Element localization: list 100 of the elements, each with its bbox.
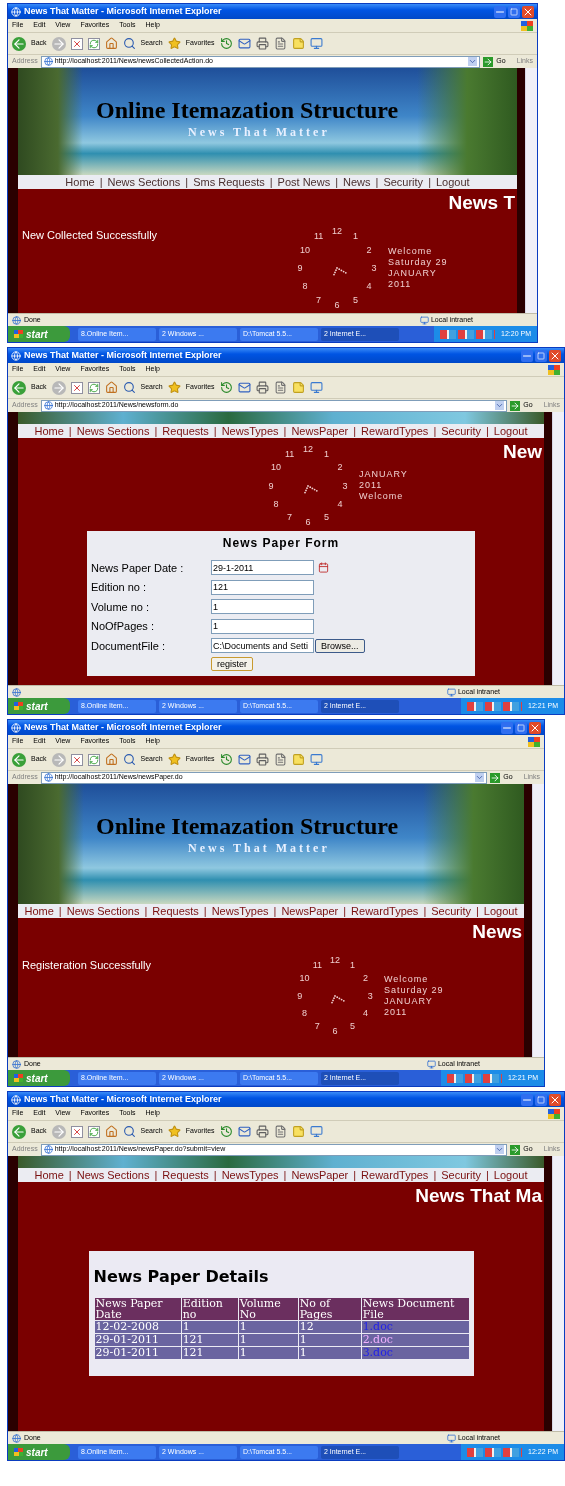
nav-link[interactable]: Requests — [162, 425, 209, 437]
input-field[interactable]: 1 — [211, 599, 314, 615]
nav-link[interactable]: NewsPaper — [281, 905, 339, 917]
start-button[interactable]: start — [8, 1444, 70, 1460]
search-icon[interactable] — [122, 753, 136, 766]
print-icon[interactable] — [255, 381, 269, 394]
close-icon[interactable] — [549, 349, 561, 362]
minimize-icon[interactable] — [521, 1093, 533, 1106]
print-icon[interactable] — [255, 753, 269, 766]
history-icon[interactable] — [219, 381, 233, 394]
dropdown-icon[interactable] — [468, 57, 478, 66]
minimize-icon[interactable] — [521, 349, 533, 362]
mail-icon[interactable] — [237, 1125, 251, 1138]
back-icon[interactable] — [12, 752, 26, 767]
dropdown-icon[interactable] — [475, 773, 485, 782]
dropdown-icon[interactable] — [495, 1145, 505, 1154]
nav-link[interactable]: RewardTypes — [361, 1169, 429, 1181]
stop-icon[interactable] — [70, 1125, 83, 1138]
refresh-icon[interactable] — [87, 37, 100, 50]
nav-link[interactable]: Logout — [436, 175, 470, 188]
history-icon[interactable] — [219, 753, 233, 766]
input-field[interactable]: 1 — [211, 618, 314, 634]
restore-icon[interactable] — [535, 1093, 547, 1106]
back-icon[interactable] — [12, 380, 26, 395]
mail-icon[interactable] — [237, 37, 251, 50]
nav-link[interactable]: RewardTypes — [351, 905, 419, 917]
refresh-icon[interactable] — [87, 381, 100, 394]
nav-link[interactable]: News Sections — [66, 905, 140, 917]
nav-link[interactable]: Security — [383, 175, 424, 188]
close-icon[interactable] — [522, 5, 534, 18]
print-icon[interactable] — [255, 1125, 269, 1138]
note-icon[interactable] — [291, 37, 305, 50]
home-icon[interactable] — [104, 1125, 118, 1138]
search-icon[interactable] — [122, 381, 136, 394]
nav-link[interactable]: Logout — [483, 905, 518, 917]
nav-link[interactable]: Home — [34, 1169, 64, 1181]
mail-icon[interactable] — [237, 381, 251, 394]
stop-icon[interactable] — [70, 37, 83, 50]
nav-link[interactable]: Post News — [277, 175, 331, 188]
nav-link[interactable]: News Sections — [76, 1169, 150, 1181]
edit-icon[interactable] — [273, 37, 287, 50]
stop-icon[interactable] — [70, 381, 83, 394]
nav-link[interactable]: NewsTypes — [221, 1169, 279, 1181]
go-icon[interactable] — [510, 1144, 521, 1155]
minimize-icon[interactable] — [494, 5, 506, 18]
search-icon[interactable] — [122, 1125, 136, 1138]
go-icon[interactable] — [490, 772, 501, 783]
favorites-icon[interactable] — [167, 37, 181, 50]
nav-link[interactable]: News Sections — [107, 175, 181, 188]
print-icon[interactable] — [255, 37, 269, 50]
note-icon[interactable] — [291, 381, 305, 394]
search-icon[interactable] — [122, 37, 136, 50]
scrollbar[interactable] — [552, 1156, 564, 1431]
input-field[interactable]: 121 — [211, 579, 314, 595]
nav-link[interactable]: Logout — [493, 1169, 528, 1181]
note-icon[interactable] — [291, 1125, 305, 1138]
file-path-field[interactable]: C:\Documents and Setti — [211, 638, 314, 654]
favorites-icon[interactable] — [167, 753, 181, 766]
browse-button[interactable]: Browse... — [315, 638, 365, 653]
dropdown-icon[interactable] — [495, 401, 505, 410]
home-icon[interactable] — [104, 37, 118, 50]
nav-link[interactable]: Requests — [152, 905, 199, 917]
nav-link[interactable]: Home — [24, 905, 54, 917]
refresh-icon[interactable] — [87, 753, 100, 766]
scrollbar[interactable] — [532, 784, 544, 1057]
history-icon[interactable] — [219, 1125, 233, 1138]
favorites-icon[interactable] — [167, 381, 181, 394]
edit-icon[interactable] — [273, 753, 287, 766]
start-button[interactable]: start — [8, 326, 70, 342]
nav-link[interactable]: NewsPaper — [291, 1169, 349, 1181]
scrollbar[interactable] — [552, 412, 564, 685]
restore-icon[interactable] — [535, 349, 547, 362]
edit-icon[interactable] — [273, 381, 287, 394]
nav-link[interactable]: RewardTypes — [361, 425, 429, 437]
home-icon[interactable] — [104, 753, 118, 766]
nav-link[interactable]: NewsTypes — [211, 905, 269, 917]
nav-link[interactable]: Security — [441, 425, 481, 437]
nav-link[interactable]: Logout — [493, 425, 528, 437]
forward-icon[interactable] — [51, 752, 66, 767]
nav-link[interactable]: NewsTypes — [221, 425, 279, 437]
nav-link[interactable]: NewsPaper — [291, 425, 349, 437]
forward-icon[interactable] — [51, 1124, 66, 1139]
start-button[interactable]: start — [8, 698, 70, 714]
nav-link[interactable]: Security — [441, 1169, 481, 1181]
go-icon[interactable] — [510, 400, 521, 411]
nav-link[interactable]: Home — [65, 175, 95, 188]
mail-icon[interactable] — [237, 753, 251, 766]
register-button[interactable]: register — [211, 657, 253, 671]
favorites-icon[interactable] — [167, 1125, 181, 1138]
refresh-icon[interactable] — [87, 1125, 100, 1138]
forward-icon[interactable] — [51, 36, 66, 51]
scrollbar[interactable] — [525, 68, 537, 313]
edit-icon[interactable] — [273, 1125, 287, 1138]
calendar-icon[interactable] — [318, 562, 329, 574]
minimize-icon[interactable] — [501, 721, 513, 734]
back-icon[interactable] — [12, 36, 26, 51]
history-icon[interactable] — [219, 37, 233, 50]
input-field[interactable]: 29-1-2011 — [211, 560, 314, 576]
nav-link[interactable]: News Sections — [76, 425, 150, 437]
restore-icon[interactable] — [515, 721, 527, 734]
